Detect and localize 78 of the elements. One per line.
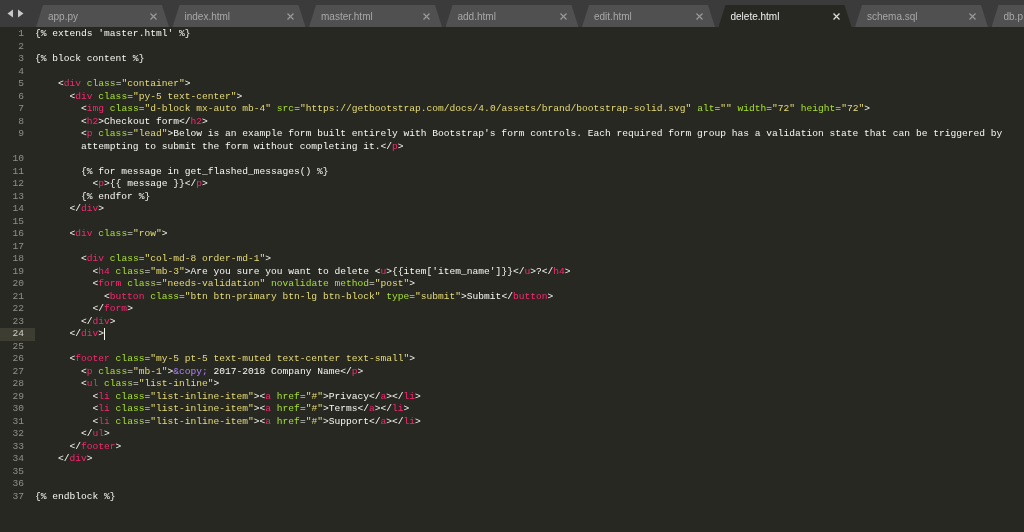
code-line: </form> [91, 303, 133, 316]
code-line: {% extends 'master.html' %} [35, 28, 191, 41]
line-number: 1 [18, 28, 24, 41]
line-number: 18 [12, 253, 24, 266]
code-line: {% endblock %} [35, 490, 116, 503]
line-number: 22 [12, 303, 24, 316]
tab[interactable]: delete.html [718, 5, 852, 27]
tab[interactable]: index.html [172, 5, 306, 27]
line-number: 5 [18, 78, 24, 91]
tab[interactable]: schema.sql [855, 5, 988, 27]
code-line: <div class="col-md-8 order-md-1"> [80, 253, 272, 266]
line-number: 26 [12, 353, 24, 366]
line-number: 27 [12, 365, 24, 378]
code-line: {% block content %} [35, 53, 145, 66]
line-number: 15 [12, 215, 24, 228]
code-line: <li class="list-inline-item"><a href="#">Privacy</a></li> [91, 390, 421, 403]
code-line: <li class="list-inline-item"><a href="#">Terms</a></li> [91, 403, 410, 416]
line-number: 6 [18, 90, 24, 103]
line-number: 19 [12, 265, 24, 278]
line-number: 13 [12, 190, 24, 203]
line-number: 3 [18, 53, 24, 66]
line-number: 28 [12, 378, 24, 391]
line-number: 12 [12, 178, 24, 191]
code-line: <img class="d-block mx-auto mb-4" src="https://getbootstrap.com/docs/4.0/assets/brand/bootstrap-solid.svg" alt="" width="72" height="72"> [80, 103, 870, 116]
line-number: 17 [12, 240, 24, 253]
code-line: <p>{{ message }}</p> [91, 178, 208, 191]
code-line: <ul class="list-inline"> [80, 378, 220, 391]
code-line: <div class="row"> [68, 228, 168, 241]
line-number: 8 [18, 115, 24, 128]
back-arrow-icon[interactable] [7, 9, 14, 18]
code-line: </footer> [68, 440, 122, 453]
line-number: 37 [12, 490, 24, 503]
forward-arrow-icon[interactable] [17, 9, 24, 18]
code-line: <li class="list-inline-item"><a href="#">Support</a></li> [91, 415, 421, 428]
line-number: 10 [12, 153, 24, 166]
line-number: 16 [12, 228, 24, 241]
code-line: {% endfor %} [80, 190, 151, 203]
tab[interactable]: edit.html [582, 5, 715, 27]
line-number: 7 [18, 103, 24, 116]
line-number: 14 [12, 203, 24, 216]
line-number: 4 [18, 65, 24, 78]
code-line: <footer class="my-5 pt-5 text-muted text-center text-small"> [68, 353, 415, 366]
line-number: 32 [12, 428, 24, 441]
text-cursor [104, 328, 106, 340]
code-line: <div class="py-5 text-center"> [68, 90, 243, 103]
code-line: {% for message in get_flashed_messages() %} [80, 165, 329, 178]
code-line: </div> [68, 328, 105, 341]
code-line: </div> [57, 453, 93, 466]
tab[interactable]: db.p [991, 5, 1024, 27]
line-number: 23 [12, 315, 24, 328]
code-line: <button class="btn btn-primary btn-lg btn-block" type="submit">Submit</button> [103, 290, 554, 303]
code-line: <div class="container"> [57, 78, 191, 91]
line-number: 9 [18, 128, 24, 141]
line-number: 36 [12, 478, 24, 491]
line-number: 24 [12, 328, 24, 341]
code-line: <p class="lead">Below is an example form built entirely with Bootstrap's form controls. Each required form group has a validation state that can be triggered by [80, 128, 1003, 141]
line-number: 30 [12, 403, 24, 416]
line-number: 25 [12, 340, 24, 353]
line-number: 21 [12, 290, 24, 303]
code-line: </div> [80, 315, 116, 328]
code-line: <form class="needs-validation" novalidate method="post"> [91, 278, 416, 291]
code-line: <h2>Checkout form</h2> [80, 115, 208, 128]
code-line: <p class="mb-1">&copy; 2017-2018 Company Name</p> [80, 365, 364, 378]
line-number: 20 [12, 278, 24, 291]
code-line: </ul> [80, 428, 110, 441]
tab[interactable]: master.html [309, 5, 442, 27]
line-number: 34 [12, 453, 24, 466]
line-number: 29 [12, 390, 24, 403]
line-number: 33 [12, 440, 24, 453]
line-number: 31 [12, 415, 24, 428]
code-line: </div> [68, 203, 105, 216]
line-number: 2 [18, 40, 24, 53]
tab[interactable]: add.html [445, 5, 579, 27]
line-number: 11 [12, 165, 24, 178]
code-line: attempting to submit the form without completing it.</p> [80, 140, 404, 153]
code-line: <h4 class="mb-3">Are you sure you want to delete <u>{{item['item_name']}}</u>?</h4> [91, 265, 571, 278]
tab[interactable]: app.py [36, 5, 169, 27]
line-number: 35 [12, 465, 24, 478]
